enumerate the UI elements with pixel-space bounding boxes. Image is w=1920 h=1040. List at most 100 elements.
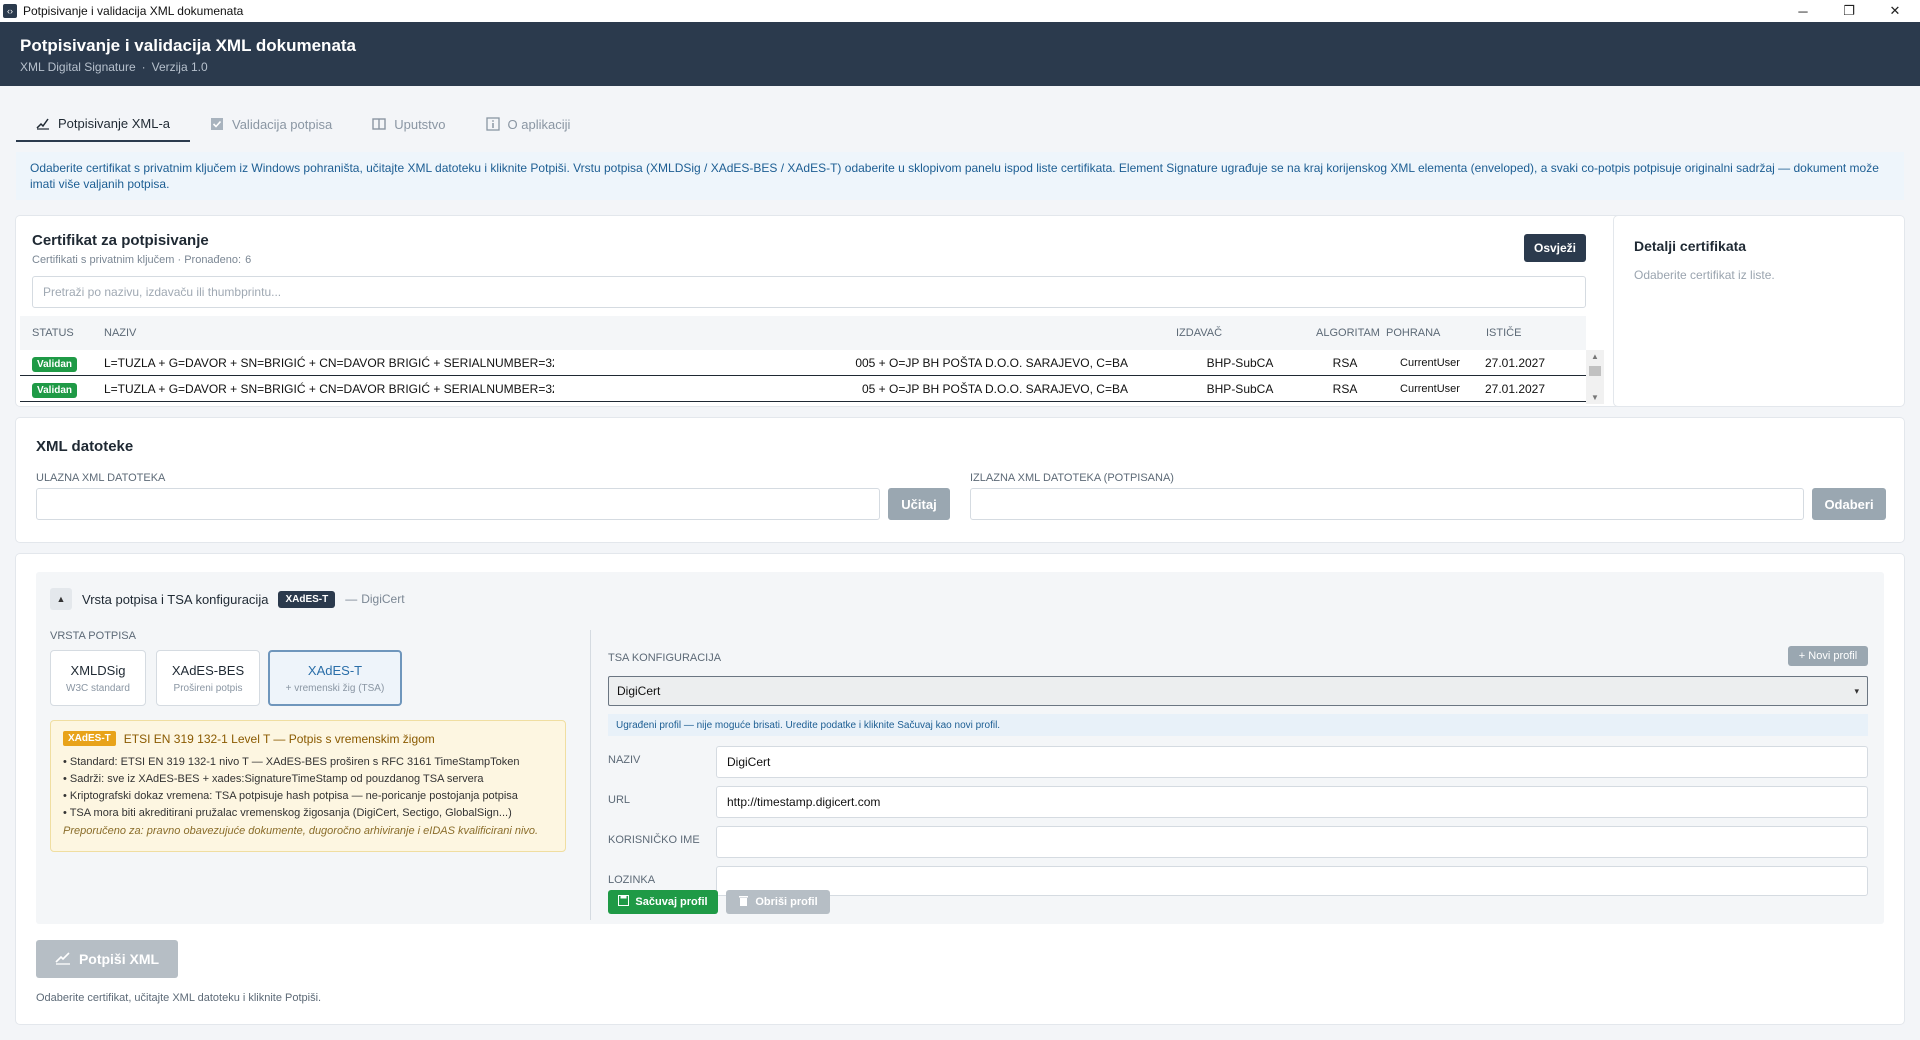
tsa-config-label: TSA KONFIGURACIJA — [608, 652, 722, 664]
status-badge: Validan — [32, 356, 78, 372]
col-algorithm[interactable]: ALGORITAM — [1310, 327, 1380, 339]
load-button[interactable]: Učitaj — [888, 488, 950, 520]
type-xades-bes-button[interactable]: XAdES-BES Prošireni potpis — [156, 650, 260, 706]
tsa-username-field[interactable] — [716, 826, 1868, 858]
type-xmldsig-button[interactable]: XMLDSig W3C standard — [50, 650, 146, 706]
scroll-down-icon[interactable]: ▼ — [1586, 393, 1604, 402]
type-sub: W3C standard — [66, 682, 130, 694]
scroll-up-icon[interactable]: ▲ — [1586, 352, 1604, 361]
tab-sign[interactable]: Potpisivanje XML-a — [16, 106, 190, 142]
choose-button[interactable]: Odaberi — [1812, 488, 1886, 520]
table-scrollbar[interactable]: ▲ ▼ — [1586, 350, 1604, 404]
tsa-profile-select[interactable]: DigiCert ▾ — [608, 676, 1868, 706]
save-profile-button[interactable]: Sačuvaj profil — [608, 890, 718, 914]
tsa-name-field[interactable]: DigiCert — [716, 746, 1868, 778]
sign-xml-button[interactable]: Potpiši XML — [36, 940, 178, 978]
config-header[interactable]: ▲ Vrsta potpisa i TSA konfiguracija XAdE… — [50, 588, 405, 610]
config-header-label: Vrsta potpisa i TSA konfiguracija — [82, 591, 269, 607]
cert-algorithm: RSA — [1332, 381, 1358, 396]
xml-files-card: XML datoteke ULAZNA XML DATOTEKA Učitaj … — [16, 418, 1904, 542]
xml-files-title: XML datoteke — [36, 438, 134, 455]
type-name: XAdES-BES — [171, 662, 245, 678]
table-row[interactable]: Validan L=TUZLA + G=DAVOR + SN=BRIGIĆ + … — [20, 376, 1586, 402]
output-file-field[interactable] — [970, 488, 1804, 520]
minimize-button[interactable]: ─ — [1780, 0, 1826, 22]
certificate-details-card: Detalji certifikata Odaberite certifikat… — [1614, 216, 1904, 406]
col-status[interactable]: STATUS — [20, 327, 100, 339]
info-line: • Standard: ETSI EN 319 132-1 nivo T — X… — [63, 756, 520, 768]
col-name[interactable]: NAZIV — [100, 327, 1170, 339]
type-sub: + vremenski žig (TSA) — [285, 682, 385, 694]
subtitle-separator: · — [141, 60, 146, 74]
signature-type-label: VRSTA POTPISA — [50, 630, 136, 642]
new-profile-button[interactable]: + Novi profil — [1788, 646, 1868, 666]
certificate-meta-label: Certifikati s privatnim ključem · Pronađ… — [32, 254, 242, 266]
sign-xml-label: Potpiši XML — [78, 951, 160, 967]
info-line: • Sadrži: sve iz XAdES-BES + xades:Signa… — [63, 773, 484, 785]
col-store[interactable]: POHRANA — [1380, 327, 1480, 339]
info-icon — [485, 117, 500, 131]
main-tabs: Potpisivanje XML-a Validacija potpisa Up… — [16, 106, 590, 142]
type-name: XAdES-T — [307, 662, 363, 678]
book-icon — [372, 117, 386, 131]
profile-note: Ugrađeni profil — nije moguće brisati. U… — [608, 714, 1868, 736]
panel-divider — [590, 630, 591, 920]
delete-profile-label: Obriši profil — [755, 896, 818, 908]
tsa-url-field[interactable]: http://timestamp.digicert.com — [716, 786, 1868, 818]
tsa-password-field[interactable] — [716, 866, 1868, 896]
status-message: Odaberite certifikat, učitajte XML datot… — [36, 992, 322, 1004]
tsa-name-label: NAZIV — [608, 754, 641, 766]
input-file-field[interactable] — [36, 488, 880, 520]
tab-validate[interactable]: Validacija potpisa — [190, 106, 352, 142]
cert-issuer: BHP-SubCA — [1206, 355, 1274, 370]
tsa-url-label: URL — [608, 794, 631, 806]
signature-type-info: XAdES-T ETSI EN 319 132-1 Level T — Potp… — [50, 720, 566, 852]
info-line: • TSA mora biti akreditirani pružalac vr… — [63, 807, 512, 819]
tsa-password-label: LOZINKA — [608, 874, 656, 886]
tab-guide[interactable]: Uputstvo — [352, 106, 465, 142]
app-icon: ‹› — [3, 4, 17, 18]
tab-about[interactable]: O aplikaciji — [466, 106, 591, 142]
certificate-table: STATUS NAZIV IZDAVAČ ALGORITAM POHRANA I… — [20, 316, 1586, 402]
type-xades-t-button[interactable]: XAdES-T + vremenski žig (TSA) — [268, 650, 402, 706]
save-icon — [618, 895, 630, 909]
subtitle-version: Verzija 1.0 — [151, 60, 208, 74]
certificate-count: 6 — [245, 254, 252, 266]
cert-store: CurrentUser — [1400, 382, 1460, 395]
header-profile: DigiCert — [361, 592, 405, 606]
app-title: Potpisivanje i validacija XML dokumenata — [20, 36, 357, 55]
col-issuer[interactable]: IZDAVAČ — [1170, 327, 1310, 339]
cert-expires: 27.01.2027 — [1484, 381, 1546, 396]
cert-subject: L=TUZLA + G=DAVOR + SN=BRIGIĆ + CN=DAVOR… — [104, 381, 554, 396]
cert-store: CurrentUser — [1400, 356, 1460, 369]
sign-icon — [55, 951, 71, 968]
table-header: STATUS NAZIV IZDAVAČ ALGORITAM POHRANA I… — [20, 316, 1586, 350]
save-profile-label: Sačuvaj profil — [635, 896, 708, 908]
table-row[interactable]: Validan L=TUZLA + G=DAVOR + SN=BRIGIĆ + … — [20, 350, 1586, 376]
certificate-card: Certifikat za potpisivanje Certifikati s… — [16, 216, 1636, 406]
signature-type-tag: XAdES-T — [278, 590, 336, 608]
certificate-meta: Certifikati s privatnim ključem · Pronađ… — [32, 254, 251, 266]
close-button[interactable]: ✕ — [1872, 0, 1918, 22]
delete-profile-button[interactable]: Obriši profil — [726, 890, 830, 914]
info-tag: XAdES-T — [63, 731, 116, 746]
type-sub: Prošireni potpis — [173, 682, 243, 694]
info-recommendation: Preporučeno za: pravno obavezujuće dokum… — [63, 825, 539, 837]
app-subtitle: XML Digital Signature · Verzija 1.0 — [20, 60, 1900, 74]
cert-issuer: BHP-SubCA — [1206, 381, 1274, 396]
refresh-button[interactable]: Osvježi — [1524, 234, 1586, 262]
header-dash: — — [345, 592, 358, 606]
certificate-title: Certifikat za potpisivanje — [32, 232, 209, 249]
signature-card: ▲ Vrsta potpisa i TSA konfiguracija XAdE… — [16, 554, 1904, 1024]
restore-button[interactable]: ❐ — [1826, 0, 1872, 22]
type-name: XMLDSig — [70, 662, 126, 678]
certificate-search-input[interactable] — [32, 276, 1586, 308]
scroll-thumb[interactable] — [1589, 366, 1601, 376]
cert-issuer-dn: 005 + O=JP BH POŠTA D.O.O. SARAJEVO, C=B… — [855, 355, 1128, 370]
tsa-profile-value: DigiCert — [617, 684, 661, 698]
info-banner: Odaberite certifikat s privatnim ključem… — [16, 152, 1904, 200]
col-expires[interactable]: ISTIČE — [1480, 327, 1550, 339]
collapse-icon[interactable]: ▲ — [50, 588, 72, 610]
subtitle-app: XML Digital Signature — [20, 60, 136, 74]
details-hint: Odaberite certifikat iz liste. — [1634, 268, 1775, 282]
